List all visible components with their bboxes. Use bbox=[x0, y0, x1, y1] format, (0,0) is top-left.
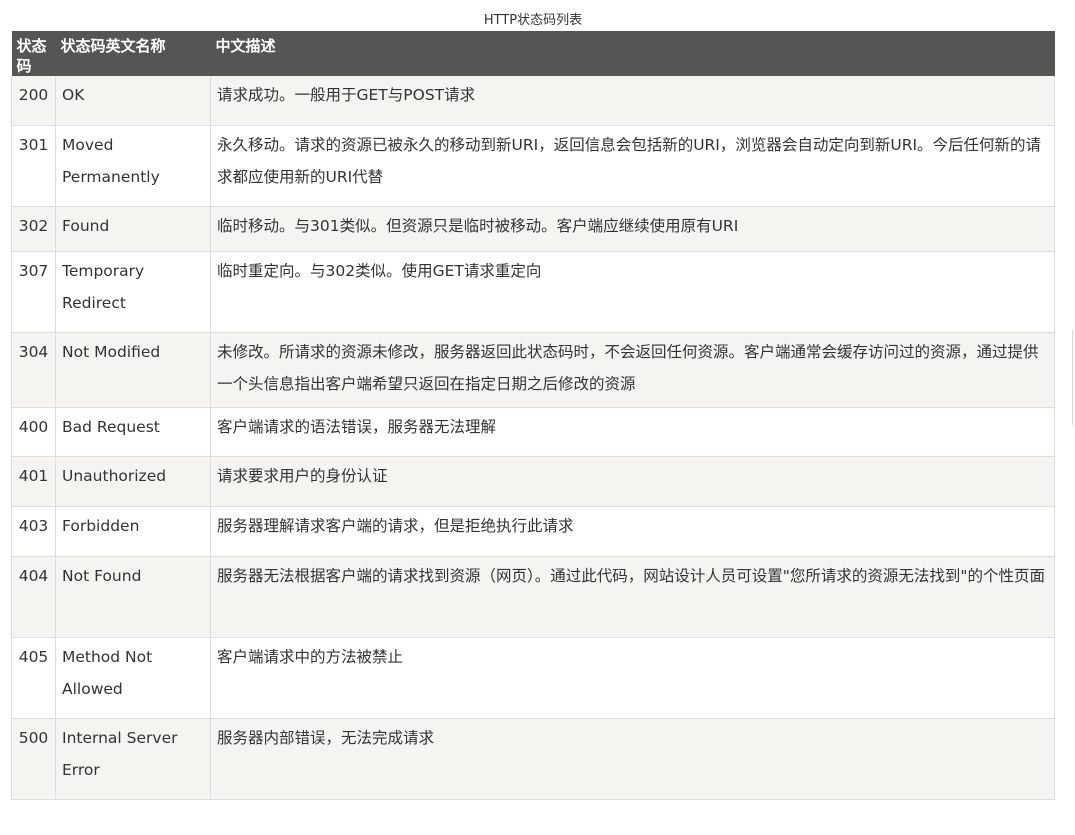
header-english-name: 状态码英文名称 bbox=[55, 31, 211, 76]
table-row: 405 Method Not Allowed 客户端请求中的方法被禁止 bbox=[11, 637, 1055, 719]
table-row: 404 Not Found 服务器无法根据客户端的请求找到资源（网页）。通过此代… bbox=[11, 556, 1055, 638]
table-row: 307 Temporary Redirect 临时重定向。与302类似。使用GE… bbox=[11, 251, 1055, 333]
status-name-cell: Bad Request bbox=[55, 407, 211, 457]
status-name-cell: Temporary Redirect bbox=[55, 251, 211, 333]
status-description-cell: 临时重定向。与302类似。使用GET请求重定向 bbox=[210, 251, 1055, 333]
status-code-cell: 405 bbox=[11, 637, 56, 719]
status-description-cell: 临时移动。与301类似。但资源只是临时被移动。客户端应继续使用原有URI bbox=[210, 206, 1055, 252]
status-code-cell: 500 bbox=[11, 718, 56, 800]
table-row: 403 Forbidden 服务器理解请求客户端的请求，但是拒绝执行此请求 bbox=[11, 506, 1055, 557]
status-name-cell: Internal Server Error bbox=[55, 718, 211, 800]
status-code-cell: 404 bbox=[11, 556, 56, 638]
status-description-cell: 请求成功。一般用于GET与POST请求 bbox=[210, 76, 1055, 126]
status-description-cell: 服务器理解请求客户端的请求，但是拒绝执行此请求 bbox=[210, 506, 1055, 557]
table-header-row: 状态码 状态码英文名称 中文描述 bbox=[11, 31, 1055, 76]
table-row: 301 Moved Permanently 永久移动。请求的资源已被永久的移动到… bbox=[11, 125, 1055, 207]
header-description: 中文描述 bbox=[210, 31, 1055, 76]
status-name-cell: Method Not Allowed bbox=[55, 637, 211, 719]
status-name-cell: Not Found bbox=[55, 556, 211, 638]
status-code-cell: 401 bbox=[11, 456, 56, 507]
status-code-cell: 400 bbox=[11, 407, 56, 457]
header-status-code: 状态码 bbox=[11, 31, 56, 76]
status-description-cell: 客户端请求中的方法被禁止 bbox=[210, 637, 1055, 719]
table-row: 200 OK 请求成功。一般用于GET与POST请求 bbox=[11, 76, 1055, 126]
table-row: 400 Bad Request 客户端请求的语法错误，服务器无法理解 bbox=[11, 407, 1055, 457]
status-code-cell: 301 bbox=[11, 125, 56, 207]
status-description-cell: 未修改。所请求的资源未修改，服务器返回此状态码时，不会返回任何资源。客户端通常会… bbox=[210, 332, 1055, 408]
scrollbar[interactable] bbox=[1072, 330, 1073, 425]
status-name-cell: Found bbox=[55, 206, 211, 252]
status-code-cell: 307 bbox=[11, 251, 56, 333]
table-row: 500 Internal Server Error 服务器内部错误，无法完成请求 bbox=[11, 718, 1055, 800]
status-name-cell: Not Modified bbox=[55, 332, 211, 408]
status-description-cell: 永久移动。请求的资源已被永久的移动到新URI，返回信息会包括新的URI，浏览器会… bbox=[210, 125, 1055, 207]
status-description-cell: 客户端请求的语法错误，服务器无法理解 bbox=[210, 407, 1055, 457]
table-row: 304 Not Modified 未修改。所请求的资源未修改，服务器返回此状态码… bbox=[11, 332, 1055, 408]
status-description-cell: 请求要求用户的身份认证 bbox=[210, 456, 1055, 507]
table-row: 401 Unauthorized 请求要求用户的身份认证 bbox=[11, 456, 1055, 507]
status-description-cell: 服务器内部错误，无法完成请求 bbox=[210, 718, 1055, 800]
status-name-cell: Forbidden bbox=[55, 506, 211, 557]
status-name-cell: OK bbox=[55, 76, 211, 126]
table-caption: HTTP状态码列表 bbox=[483, 13, 583, 28]
http-status-table: 状态码 状态码英文名称 中文描述 200 OK 请求成功。一般用于GET与POS… bbox=[11, 31, 1055, 800]
status-name-cell: Unauthorized bbox=[55, 456, 211, 507]
status-description-cell: 服务器无法根据客户端的请求找到资源（网页）。通过此代码，网站设计人员可设置"您所… bbox=[210, 556, 1055, 638]
table-row: 302 Found 临时移动。与301类似。但资源只是临时被移动。客户端应继续使… bbox=[11, 206, 1055, 252]
status-code-cell: 403 bbox=[11, 506, 56, 557]
status-code-cell: 200 bbox=[11, 76, 56, 126]
status-name-cell: Moved Permanently bbox=[55, 125, 211, 207]
status-code-cell: 304 bbox=[11, 332, 56, 408]
status-code-cell: 302 bbox=[11, 206, 56, 252]
